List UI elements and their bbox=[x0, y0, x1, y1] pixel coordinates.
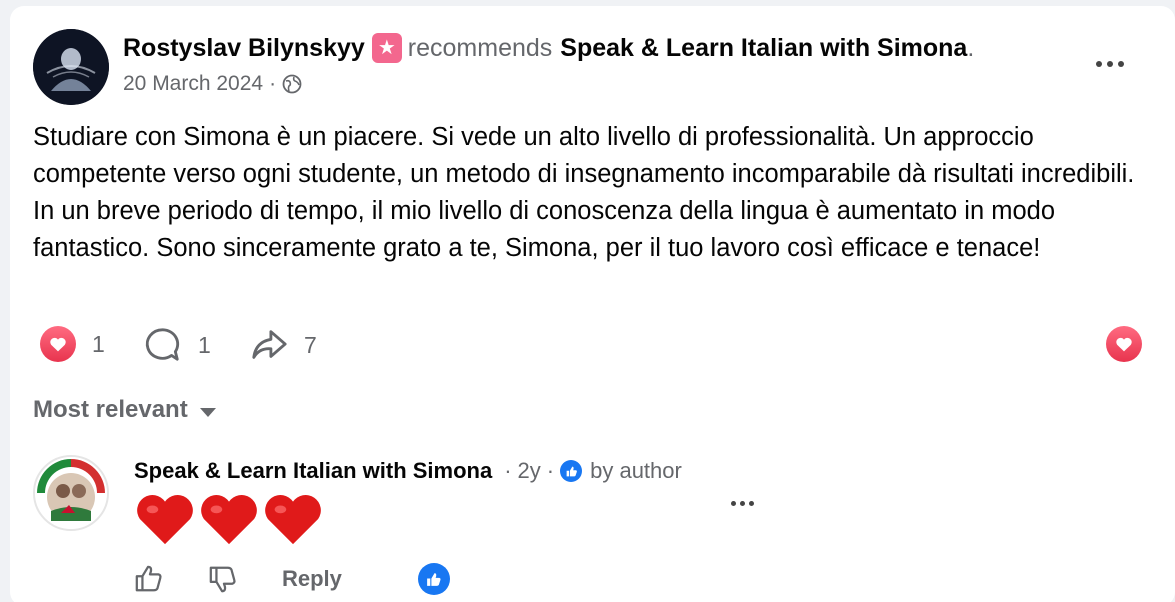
shares-count: 7 bbox=[304, 331, 317, 358]
thumbs-down-icon[interactable] bbox=[208, 564, 238, 594]
comment-icon bbox=[145, 328, 180, 361]
comment-actions: Reply bbox=[134, 563, 450, 595]
share-icon bbox=[252, 330, 287, 359]
dot-icon bbox=[1096, 61, 1102, 67]
dot-icon bbox=[730, 500, 736, 506]
heart-emoji bbox=[137, 495, 193, 545]
comment-more-options-button[interactable] bbox=[724, 496, 760, 510]
love-react-button[interactable] bbox=[1106, 326, 1142, 362]
comments-button[interactable]: 1 bbox=[144, 326, 211, 364]
dot-icon bbox=[739, 500, 745, 506]
post-date[interactable]: 20 March 2024 bbox=[123, 72, 263, 96]
share-button[interactable]: 7 bbox=[250, 326, 317, 364]
author-like-icon bbox=[560, 460, 583, 482]
heart-emoji bbox=[265, 495, 321, 545]
dot-icon bbox=[1107, 61, 1113, 67]
comment-meta: · 2y · by author bbox=[498, 458, 682, 484]
star-badge-icon: ★ bbox=[371, 33, 402, 63]
meta-separator: · bbox=[546, 458, 555, 483]
caret-down-icon bbox=[199, 407, 216, 417]
recommends-label: recommends bbox=[407, 33, 553, 62]
comments-sort-label: Most relevant bbox=[33, 396, 188, 423]
globe-icon[interactable] bbox=[282, 74, 302, 94]
comment-age[interactable]: 2y bbox=[518, 458, 541, 484]
comment-header: Speak & Learn Italian with Simona · 2y ·… bbox=[134, 458, 682, 484]
post-text: Studiare con Simona è un piacere. Si ved… bbox=[33, 123, 1135, 262]
comments-count: 1 bbox=[198, 331, 211, 358]
meta-separator: · bbox=[269, 72, 277, 95]
end-punct: . bbox=[967, 33, 975, 62]
reactions-button[interactable]: 1 bbox=[40, 326, 105, 362]
post-more-options-button[interactable] bbox=[1090, 54, 1130, 74]
thumbs-up-icon[interactable] bbox=[134, 564, 164, 594]
post-header-line: Rostyslav Bilynskyy ★ recommends Speak &… bbox=[123, 33, 974, 63]
dot-icon bbox=[748, 500, 754, 506]
comment-author-name[interactable]: Speak & Learn Italian with Simona bbox=[134, 458, 492, 484]
author-name[interactable]: Rostyslav Bilynskyy bbox=[123, 34, 365, 63]
like-count-icon[interactable] bbox=[417, 563, 450, 595]
dot-icon bbox=[1118, 61, 1124, 67]
love-reaction-icon bbox=[1106, 326, 1142, 362]
reactions-count: 1 bbox=[92, 330, 105, 357]
comments-sort-dropdown[interactable]: Most relevant bbox=[33, 396, 216, 424]
comment-author-avatar[interactable] bbox=[33, 455, 109, 531]
meta-separator: · bbox=[504, 458, 512, 483]
reply-button[interactable]: Reply bbox=[282, 566, 342, 592]
love-reaction-icon bbox=[40, 326, 76, 362]
by-author-label: by author bbox=[590, 458, 682, 483]
post-meta: 20 March 2024 · bbox=[123, 72, 302, 96]
author-avatar[interactable] bbox=[33, 29, 109, 105]
heart-emoji bbox=[201, 495, 257, 545]
page-name-link[interactable]: Speak & Learn Italian with Simona bbox=[560, 34, 967, 63]
comment-content bbox=[134, 490, 324, 548]
